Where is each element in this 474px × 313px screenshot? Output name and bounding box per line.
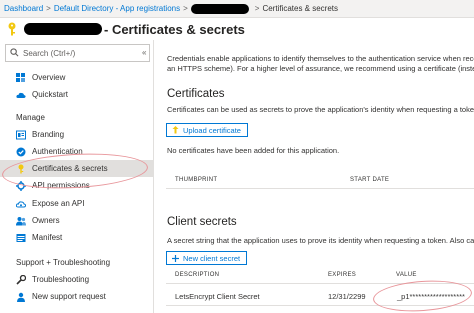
person-icon <box>16 292 26 302</box>
sidebar-item-label: Troubleshooting <box>32 275 90 284</box>
secret-row-description: LetsEncrypt Client Secret <box>175 292 260 301</box>
sidebar-item-label: Manifest <box>32 233 63 242</box>
search-icon <box>10 44 19 62</box>
upload-icon <box>172 126 179 134</box>
no-certificates-message: No certificates have been added for this… <box>167 146 340 155</box>
page-header: - Certificates & secrets <box>0 18 245 40</box>
upload-certificate-button[interactable]: Upload certificate <box>166 123 248 137</box>
column-header-thumbprint: THUMBPRINT <box>175 177 218 183</box>
certificates-heading: Certificates <box>167 88 225 100</box>
breadcrumb-dashboard[interactable]: Dashboard <box>4 4 43 13</box>
intro-line: Credentials enable applications to ident… <box>167 54 474 63</box>
plus-icon <box>172 254 179 262</box>
sidebar-item-manifest[interactable]: Manifest <box>0 229 153 246</box>
upload-certificate-label: Upload certificate <box>183 125 241 135</box>
page-title: - Certificates & secrets <box>104 21 245 37</box>
sidebar-item-label: Overview <box>32 73 66 82</box>
authentication-icon <box>16 147 26 157</box>
table-divider <box>166 305 474 306</box>
branding-icon <box>16 130 26 140</box>
cloud-icon <box>16 90 26 100</box>
secret-row-value[interactable]: _p1******************* <box>397 292 465 301</box>
client-secrets-heading: Client secrets <box>167 216 237 228</box>
client-secrets-description: A secret string that the application use… <box>167 236 474 245</box>
column-header-value: VALUE <box>396 272 417 278</box>
sidebar-item-label: API permissions <box>32 181 90 190</box>
collapse-sidebar-button[interactable]: « <box>142 48 146 57</box>
grid-icon <box>16 72 26 83</box>
new-client-secret-button[interactable]: New client secret <box>166 251 248 265</box>
search-box[interactable] <box>5 44 150 62</box>
key-icon <box>16 164 26 174</box>
intro-text: Credentials enable applications to ident… <box>167 54 474 74</box>
sidebar-item-owners[interactable]: Owners <box>0 212 153 229</box>
sidebar-item-label: Certificates & secrets <box>32 164 108 173</box>
certificates-description: Certificates can be used as secrets to p… <box>167 105 474 114</box>
breadcrumb-separator: > <box>254 4 260 13</box>
sidebar-item-api-permissions[interactable]: API permissions <box>0 177 153 194</box>
column-header-start-date: START DATE <box>350 177 390 183</box>
key-icon <box>4 21 20 37</box>
sidebar-item-certificates-secrets[interactable]: Certificates & secrets <box>0 160 153 177</box>
owners-icon <box>16 216 26 226</box>
manage-section-header: Manage <box>16 113 45 122</box>
secret-row-expires: 12/31/2299 <box>328 292 366 301</box>
sidebar-item-new-support-request[interactable]: New support request <box>0 288 153 305</box>
support-section-header: Support + Troubleshooting <box>16 258 111 267</box>
breadcrumb-app-registrations[interactable]: Default Directory - App registrations <box>54 4 180 13</box>
sidebar-item-authentication[interactable]: Authentication <box>0 143 153 160</box>
sidebar-item-label: New support request <box>32 292 106 301</box>
breadcrumb-current: Certificates & secrets <box>262 4 339 13</box>
breadcrumb: Dashboard > Default Directory - App regi… <box>0 0 474 18</box>
search-input[interactable] <box>23 48 143 58</box>
wrench-icon <box>16 274 26 285</box>
sidebar-item-branding[interactable]: Branding <box>0 126 153 143</box>
sidebar-item-troubleshooting[interactable]: Troubleshooting <box>0 271 153 288</box>
sidebar-item-overview[interactable]: Overview <box>0 69 153 86</box>
api-permissions-icon <box>16 180 26 191</box>
sidebar-item-label: Quickstart <box>32 90 69 99</box>
breadcrumb-separator: > <box>183 4 188 13</box>
breadcrumb-separator: > <box>46 4 51 13</box>
column-header-expires: EXPIRES <box>328 272 357 278</box>
manifest-icon <box>16 233 26 243</box>
sidebar-item-quickstart[interactable]: Quickstart <box>0 86 153 103</box>
cloud-api-icon <box>16 199 26 209</box>
redacted-app-name <box>190 3 249 14</box>
sidebar-item-expose-an-api[interactable]: Expose an API <box>0 195 153 212</box>
column-header-description: DESCRIPTION <box>175 272 220 278</box>
sidebar: « Overview Quickstart Manage Branding Au… <box>0 40 154 313</box>
table-divider <box>166 283 474 284</box>
redacted-app-title <box>24 23 102 35</box>
table-divider <box>166 188 474 189</box>
main-content: Credentials enable applications to ident… <box>155 40 474 313</box>
sidebar-item-label: Owners <box>32 216 60 225</box>
new-client-secret-label: New client secret <box>183 253 241 263</box>
sidebar-item-label: Branding <box>32 130 65 139</box>
sidebar-item-label: Authentication <box>32 147 83 156</box>
sidebar-item-label: Expose an API <box>32 199 85 208</box>
intro-line: an HTTPS scheme). For a higher level of … <box>167 64 474 73</box>
